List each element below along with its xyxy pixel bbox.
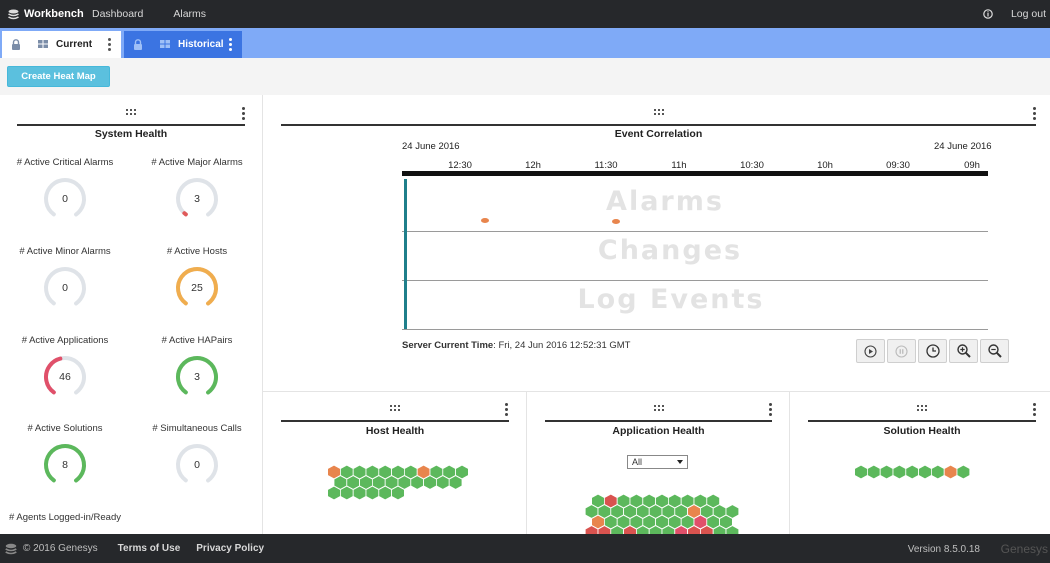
version-text: Version 8.5.0.18 (907, 544, 980, 555)
create-heat-map-button[interactable]: Create Heat Map (7, 66, 110, 87)
solution-health-cell[interactable] (879, 464, 894, 480)
host-health-cell[interactable] (448, 475, 463, 490)
solution-health-cell[interactable] (892, 464, 907, 480)
host-health-cell[interactable] (391, 485, 405, 501)
lock-icon[interactable] (11, 39, 21, 50)
copyright-text: © 2016 Genesys (23, 543, 98, 554)
solution-health-cell[interactable] (956, 464, 971, 480)
solution-health-cell[interactable] (943, 464, 958, 480)
solution-health-cell[interactable] (905, 464, 919, 480)
host-health-cell[interactable] (423, 475, 437, 490)
grid-icon (160, 40, 170, 48)
genesys-watermark: Genesys (1000, 542, 1048, 556)
lock-icon[interactable] (133, 39, 143, 50)
host-health-cell[interactable] (410, 475, 425, 490)
tab-current[interactable]: Current (2, 31, 121, 58)
solution-health-cell[interactable] (931, 464, 945, 480)
health-heatmaps (327, 464, 971, 534)
host-health-cell[interactable] (327, 485, 341, 501)
tab-label: Historical (178, 39, 224, 50)
genesys-logo-icon (5, 543, 17, 554)
host-health-cell[interactable] (435, 475, 450, 490)
host-health-cell[interactable] (339, 485, 354, 501)
top-navbar: Workbench Dashboard Alarms Log out (0, 0, 1050, 28)
nav-link-dashboard[interactable]: Dashboard (92, 8, 143, 20)
info-icon[interactable] (983, 9, 993, 19)
footer: © 2016 Genesys Terms of Use Privacy Poli… (0, 534, 1050, 563)
dashboard-tab-bar: Current Historical (0, 28, 1050, 58)
solution-health-cell[interactable] (854, 464, 868, 480)
dashboard-main: System Health # Active Critical Alarms 0 #… (0, 95, 1050, 534)
host-health-cell[interactable] (365, 485, 380, 501)
nav-link-alarms[interactable]: Alarms (173, 8, 206, 20)
solution-health-cell[interactable] (918, 464, 932, 480)
logout-link[interactable]: Log out (1011, 8, 1046, 20)
copyright: © 2016 Genesys (5, 543, 98, 555)
workbench-logo-icon (8, 9, 19, 19)
tab-label: Current (56, 39, 93, 50)
privacy-policy-link[interactable]: Privacy Policy (196, 543, 264, 554)
host-health-cell[interactable] (378, 485, 393, 501)
tab-menu-icon[interactable] (108, 38, 111, 53)
brand-name: Workbench (24, 8, 84, 20)
tab-menu-icon[interactable] (229, 38, 232, 53)
tab-historical[interactable]: Historical (124, 31, 242, 58)
grid-icon (38, 40, 48, 48)
solution-health-cell[interactable] (867, 464, 881, 480)
host-health-cell[interactable] (352, 485, 367, 501)
terms-of-use-link[interactable]: Terms of Use (118, 543, 181, 554)
brand[interactable]: Workbench (0, 8, 84, 20)
